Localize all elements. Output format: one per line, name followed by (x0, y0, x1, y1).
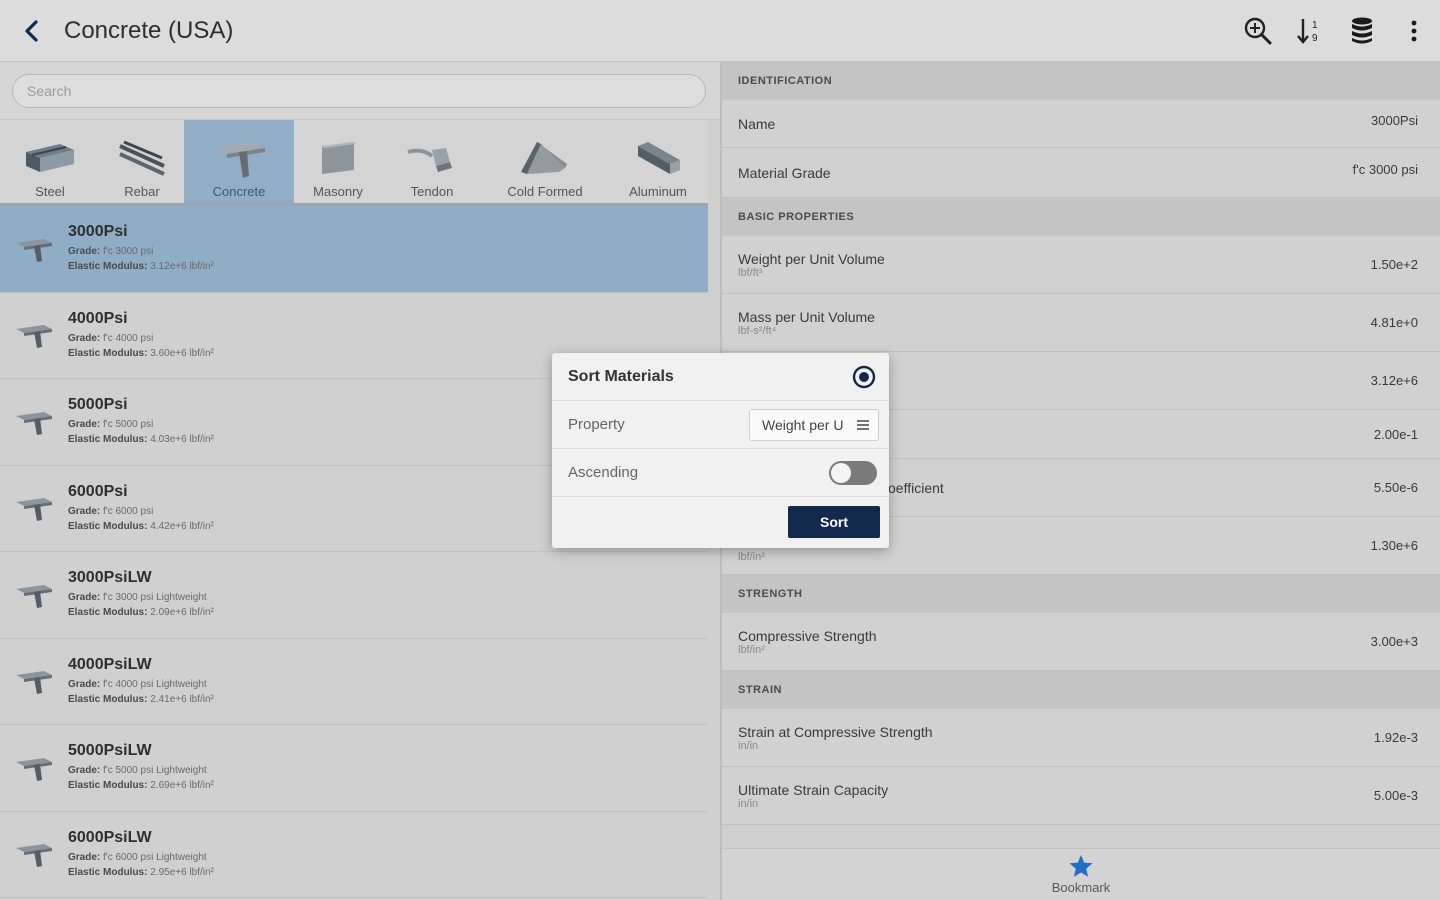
material-title: 4000PsiLW (68, 655, 152, 673)
concrete-material-icon (0, 581, 68, 609)
search-input[interactable] (12, 73, 706, 108)
prop-grade-value: f'c 3000 psi (1352, 162, 1418, 177)
dialog-footer: Sort (552, 497, 889, 547)
dialog-property-row: Property Weight per U (552, 401, 889, 449)
prop-name-value: 3000Psi (1371, 113, 1418, 128)
material-title: 3000Psi (68, 223, 128, 241)
prop-name: Name 3000Psi (722, 100, 1440, 148)
material-modulus: Elastic Modulus: 4.03e+6 lbf/in² (68, 434, 214, 446)
material-title: 6000PsiLW (68, 828, 152, 846)
database-icon (1352, 17, 1372, 44)
svg-text:9: 9 (1312, 33, 1318, 44)
dialog-title: Sort Materials (568, 367, 674, 385)
masonry-block-icon (322, 142, 356, 174)
material-grade: Grade: f'c 6000 psi Lightweight (68, 851, 207, 863)
material-modulus: Elastic Modulus: 4.42e+6 lbf/in² (68, 520, 214, 532)
tab-tendon[interactable]: Tendon (382, 120, 482, 203)
section-identification: IDENTIFICATION (722, 62, 1440, 100)
prop-strain-compressive: Strain at Compressive Strength in/in 1.92… (722, 709, 1440, 767)
material-grade: Grade: f'c 4000 psi Lightweight (68, 678, 207, 690)
tab-rebar[interactable]: Rebar (100, 120, 184, 203)
material-modulus: Elastic Modulus: 2.69e+6 lbf/in² (68, 780, 214, 792)
material-grade: Grade: f'c 6000 psi (68, 505, 154, 517)
material-grade: Grade: f'c 5000 psi Lightweight (68, 765, 207, 777)
concrete-material-icon (0, 840, 68, 868)
dialog-header: Sort Materials (552, 353, 889, 401)
material-modulus: Elastic Modulus: 3.12e+6 lbf/in² (68, 261, 214, 273)
steel-beam-icon (26, 144, 74, 172)
close-circle-icon (852, 365, 876, 388)
concrete-material-icon (0, 321, 68, 349)
page-title: Concrete (USA) (64, 16, 234, 44)
sort-button[interactable]: 19 (1284, 0, 1336, 62)
material-row[interactable]: 3000PsiLW Grade: f'c 3000 psi Lightweight… (0, 552, 708, 639)
material-modulus: Elastic Modulus: 2.41e+6 lbf/in² (68, 693, 214, 705)
material-title: 5000Psi (68, 396, 128, 414)
dialog-ascending-row: Ascending (552, 449, 889, 497)
bookmark-button[interactable]: Bookmark (722, 848, 1440, 900)
prop-grade: Material Grade f'c 3000 psi (722, 148, 1440, 198)
tab-aluminum[interactable]: Aluminum (608, 120, 708, 203)
concrete-material-icon (0, 494, 68, 522)
chevron-left-icon (25, 19, 38, 42)
aluminum-channel-icon (638, 142, 680, 174)
material-row[interactable]: 6000PsiLW Grade: f'c 6000 psi Lightweight… (0, 812, 708, 898)
materials-list: 3000Psi Grade: f'c 3000 psi Elastic Modulu… (0, 206, 708, 898)
property-select[interactable]: Weight per U (749, 408, 879, 441)
svg-text:1: 1 (1312, 20, 1318, 31)
concrete-material-icon (0, 235, 68, 263)
prop-compressive-strength: Compressive Strength lbf/in² 3.00e+3 (722, 613, 1440, 671)
concrete-material-icon (0, 408, 68, 436)
tab-concrete[interactable]: Concrete (184, 120, 294, 203)
tab-cold-formed[interactable]: Cold Formed (482, 120, 608, 203)
material-row[interactable]: 4000PsiLW Grade: f'c 4000 psi Lightweight… (0, 639, 708, 725)
material-modulus: Elastic Modulus: 3.60e+6 lbf/in² (68, 347, 214, 359)
tab-steel[interactable]: Steel (0, 120, 100, 203)
concrete-material-icon (0, 667, 68, 695)
search-zoom-icon (1244, 17, 1272, 45)
material-grade: Grade: f'c 4000 psi (68, 332, 154, 344)
material-grade: Grade: f'c 5000 psi (68, 419, 154, 431)
material-grade: Grade: f'c 3000 psi Lightweight (68, 592, 207, 604)
tab-masonry[interactable]: Masonry (294, 120, 382, 203)
sort-dialog: Sort Materials Property Weight per U Asc… (552, 353, 889, 548)
prop-mass: Mass per Unit Volume lbf-s²/ft⁴ 4.81e+0 (722, 294, 1440, 352)
section-basic-properties: BASIC PROPERTIES (722, 198, 1440, 236)
prop-ultimate-strain: Ultimate Strain Capacity in/in 5.00e-3 (722, 767, 1440, 825)
prop-weight: Weight per Unit Volume lbf/ft³ 1.50e+2 (722, 236, 1440, 294)
dialog-close-button[interactable] (851, 364, 877, 390)
material-title: 4000Psi (68, 309, 128, 327)
toggle-knob (831, 462, 851, 483)
material-title: 3000PsiLW (68, 569, 152, 587)
material-title: 5000PsiLW (68, 742, 152, 760)
sort-submit-button[interactable]: Sort (788, 506, 880, 538)
material-modulus: Elastic Modulus: 2.09e+6 lbf/in² (68, 607, 214, 619)
more-vert-icon (1411, 20, 1417, 42)
cold-formed-icon (521, 142, 567, 174)
search-bar (0, 62, 720, 120)
concrete-material-icon (0, 754, 68, 782)
tendon-icon (407, 148, 452, 172)
back-button[interactable] (0, 0, 64, 62)
app-bar: Concrete (USA) 19 (0, 0, 1440, 62)
section-strength: STRENGTH (722, 575, 1440, 613)
concrete-beam-icon (215, 142, 265, 178)
material-row[interactable]: 5000PsiLW Grade: f'c 5000 psi Lightweight… (0, 725, 708, 812)
rebar-icon (119, 140, 165, 176)
material-grade: Grade: f'c 3000 psi (68, 246, 154, 258)
database-button[interactable] (1336, 0, 1388, 62)
star-icon (1069, 855, 1093, 877)
list-icon (857, 419, 869, 430)
material-title: 6000Psi (68, 482, 128, 500)
material-modulus: Elastic Modulus: 2.95e+6 lbf/in² (68, 866, 214, 878)
section-strain: STRAIN (722, 671, 1440, 709)
search-zoom-button[interactable] (1232, 0, 1284, 62)
sort-numeric-icon: 19 (1297, 19, 1318, 44)
more-button[interactable] (1388, 0, 1440, 62)
material-row[interactable]: 3000Psi Grade: f'c 3000 psi Elastic Modulu… (0, 206, 708, 293)
category-tabs: Steel Rebar Concrete Masonry Tendon Cold… (0, 120, 708, 206)
ascending-toggle[interactable] (829, 460, 877, 485)
